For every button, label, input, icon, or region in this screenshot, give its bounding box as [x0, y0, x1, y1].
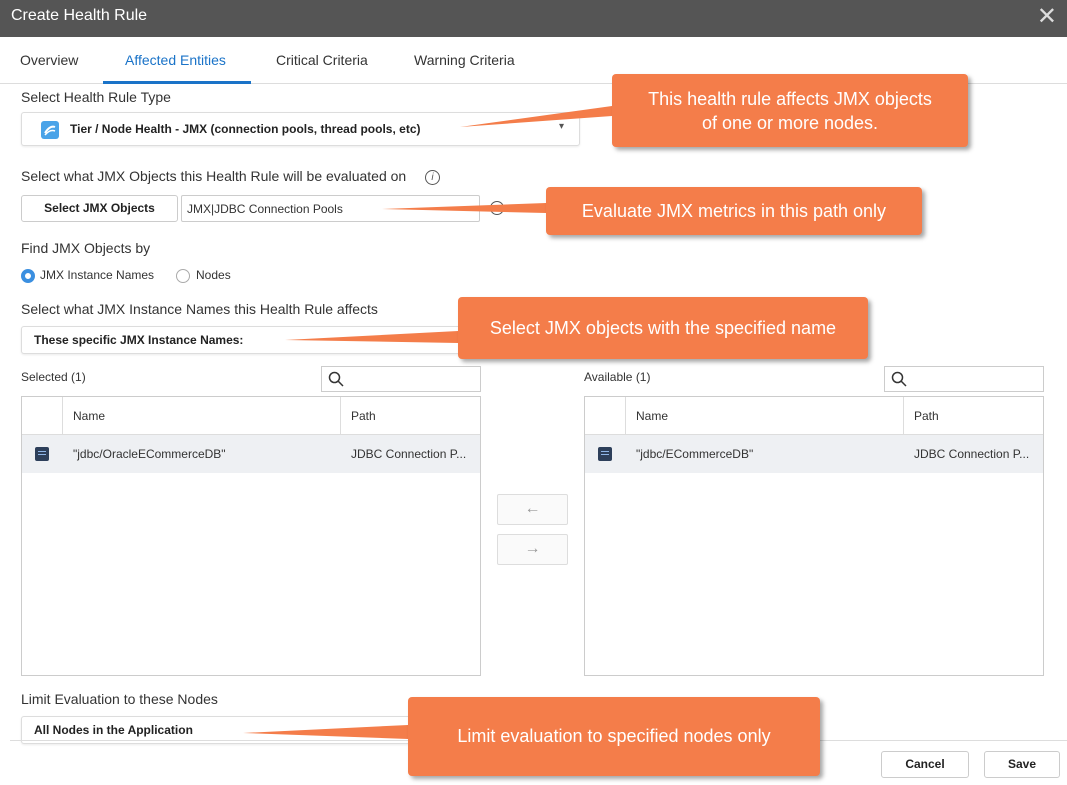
- callout-pointer: [243, 725, 408, 739]
- callout-nodes: Limit evaluation to specified nodes only: [408, 697, 820, 776]
- callout-pointer: [460, 106, 612, 127]
- callout-pointer: [285, 331, 458, 343]
- callout-rule-type: This health rule affects JMX objects of …: [612, 74, 968, 147]
- callout-text: of one or more nodes.: [701, 113, 879, 133]
- callout-instance-names: Select JMX objects with the specified na…: [458, 297, 868, 359]
- callout-pointer: [382, 203, 546, 213]
- callout-text: This health rule affects JMX objects: [648, 89, 932, 109]
- callout-jmx-path: Evaluate JMX metrics in this path only: [546, 187, 922, 235]
